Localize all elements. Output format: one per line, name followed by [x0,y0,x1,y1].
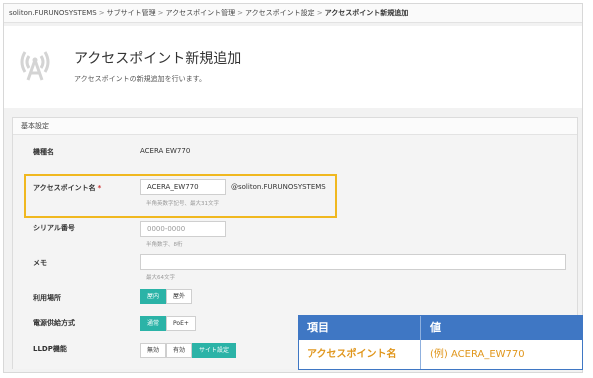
serial-hint: 半角数字、8桁 [146,242,183,248]
location-toggle: 屋内 屋外 [140,289,193,304]
breadcrumb-item-root[interactable]: soliton.FURUNOSYSTEMS [9,9,97,17]
breadcrumb-item-ap-settings[interactable]: アクセスポイント設定 [245,9,315,17]
table-header-value: 値 [430,321,441,334]
breadcrumb-item-subsite[interactable]: サブサイト管理 [107,9,156,17]
ap-name-label-text: アクセスポイント名 [33,184,96,192]
model-label: 機種名 [33,148,54,156]
breadcrumb-separator: > [98,9,105,17]
breadcrumb-separator: > [157,9,164,17]
power-poe-button[interactable]: PoE+ [166,316,196,331]
ap-name-input[interactable]: ACERA_EW770 [140,179,226,195]
required-mark: * [97,184,102,192]
location-indoor-button[interactable]: 屋内 [140,289,167,304]
table-row: アクセスポイント名 (例) ACERA_EW770 [299,340,582,369]
location-label: 利用場所 [33,294,61,302]
power-normal-button[interactable]: 通常 [140,316,167,331]
lldp-label: LLDP機能 [33,345,67,353]
lldp-site-setting-button[interactable]: サイト設定 [192,343,237,358]
breadcrumb-separator: > [316,9,323,17]
table-header-item: 項目 [307,321,329,334]
wifi-antenna-icon [20,51,50,81]
breadcrumb-separator: > [237,9,244,17]
breadcrumb-current: アクセスポイント新規追加 [324,9,409,17]
breadcrumb: soliton.FURUNOSYSTEMS > サブサイト管理 > アクセスポイント管理… [4,4,582,23]
memo-input[interactable] [140,254,566,270]
ap-name-domain-suffix: @soliton.FURUNOSYSTEMS [231,183,326,191]
table-cell-item: アクセスポイント名 [307,349,397,360]
location-outdoor-button[interactable]: 屋外 [166,289,193,304]
example-table: 項目 値 アクセスポイント名 (例) ACERA_EW770 [298,315,583,370]
page-subtitle: アクセスポイントの新規追加を行います。 [74,75,206,83]
table-divider [420,316,421,340]
memo-label: メモ [33,259,47,267]
page-title: アクセスポイント新規追加 [74,51,242,67]
ap-name-label: アクセスポイント名 * [33,183,101,193]
table-header-row: 項目 値 [299,316,582,340]
table-divider [420,340,421,369]
breadcrumb-item-ap-management[interactable]: アクセスポイント管理 [166,9,236,17]
table-cell-value: (例) ACERA_EW770 [430,349,525,360]
section-title: 基本設定 [13,118,577,135]
power-label: 電源供給方式 [33,319,75,327]
ap-name-hint: 半角英数字記号、最大31文字 [146,201,219,207]
serial-label: シリアル番号 [33,224,75,232]
memo-hint: 最大64文字 [146,275,175,281]
model-value: ACERA EW770 [140,147,191,155]
power-toggle: 通常 PoE+ [140,316,196,331]
lldp-enabled-button[interactable]: 有効 [166,343,193,358]
page-header: アクセスポイント新規追加 アクセスポイントの新規追加を行います。 [4,26,582,108]
lldp-disabled-button[interactable]: 無効 [140,343,167,358]
serial-input[interactable]: 0000-0000 [140,221,226,237]
lldp-toggle: 無効 有効 サイト設定 [140,343,237,358]
